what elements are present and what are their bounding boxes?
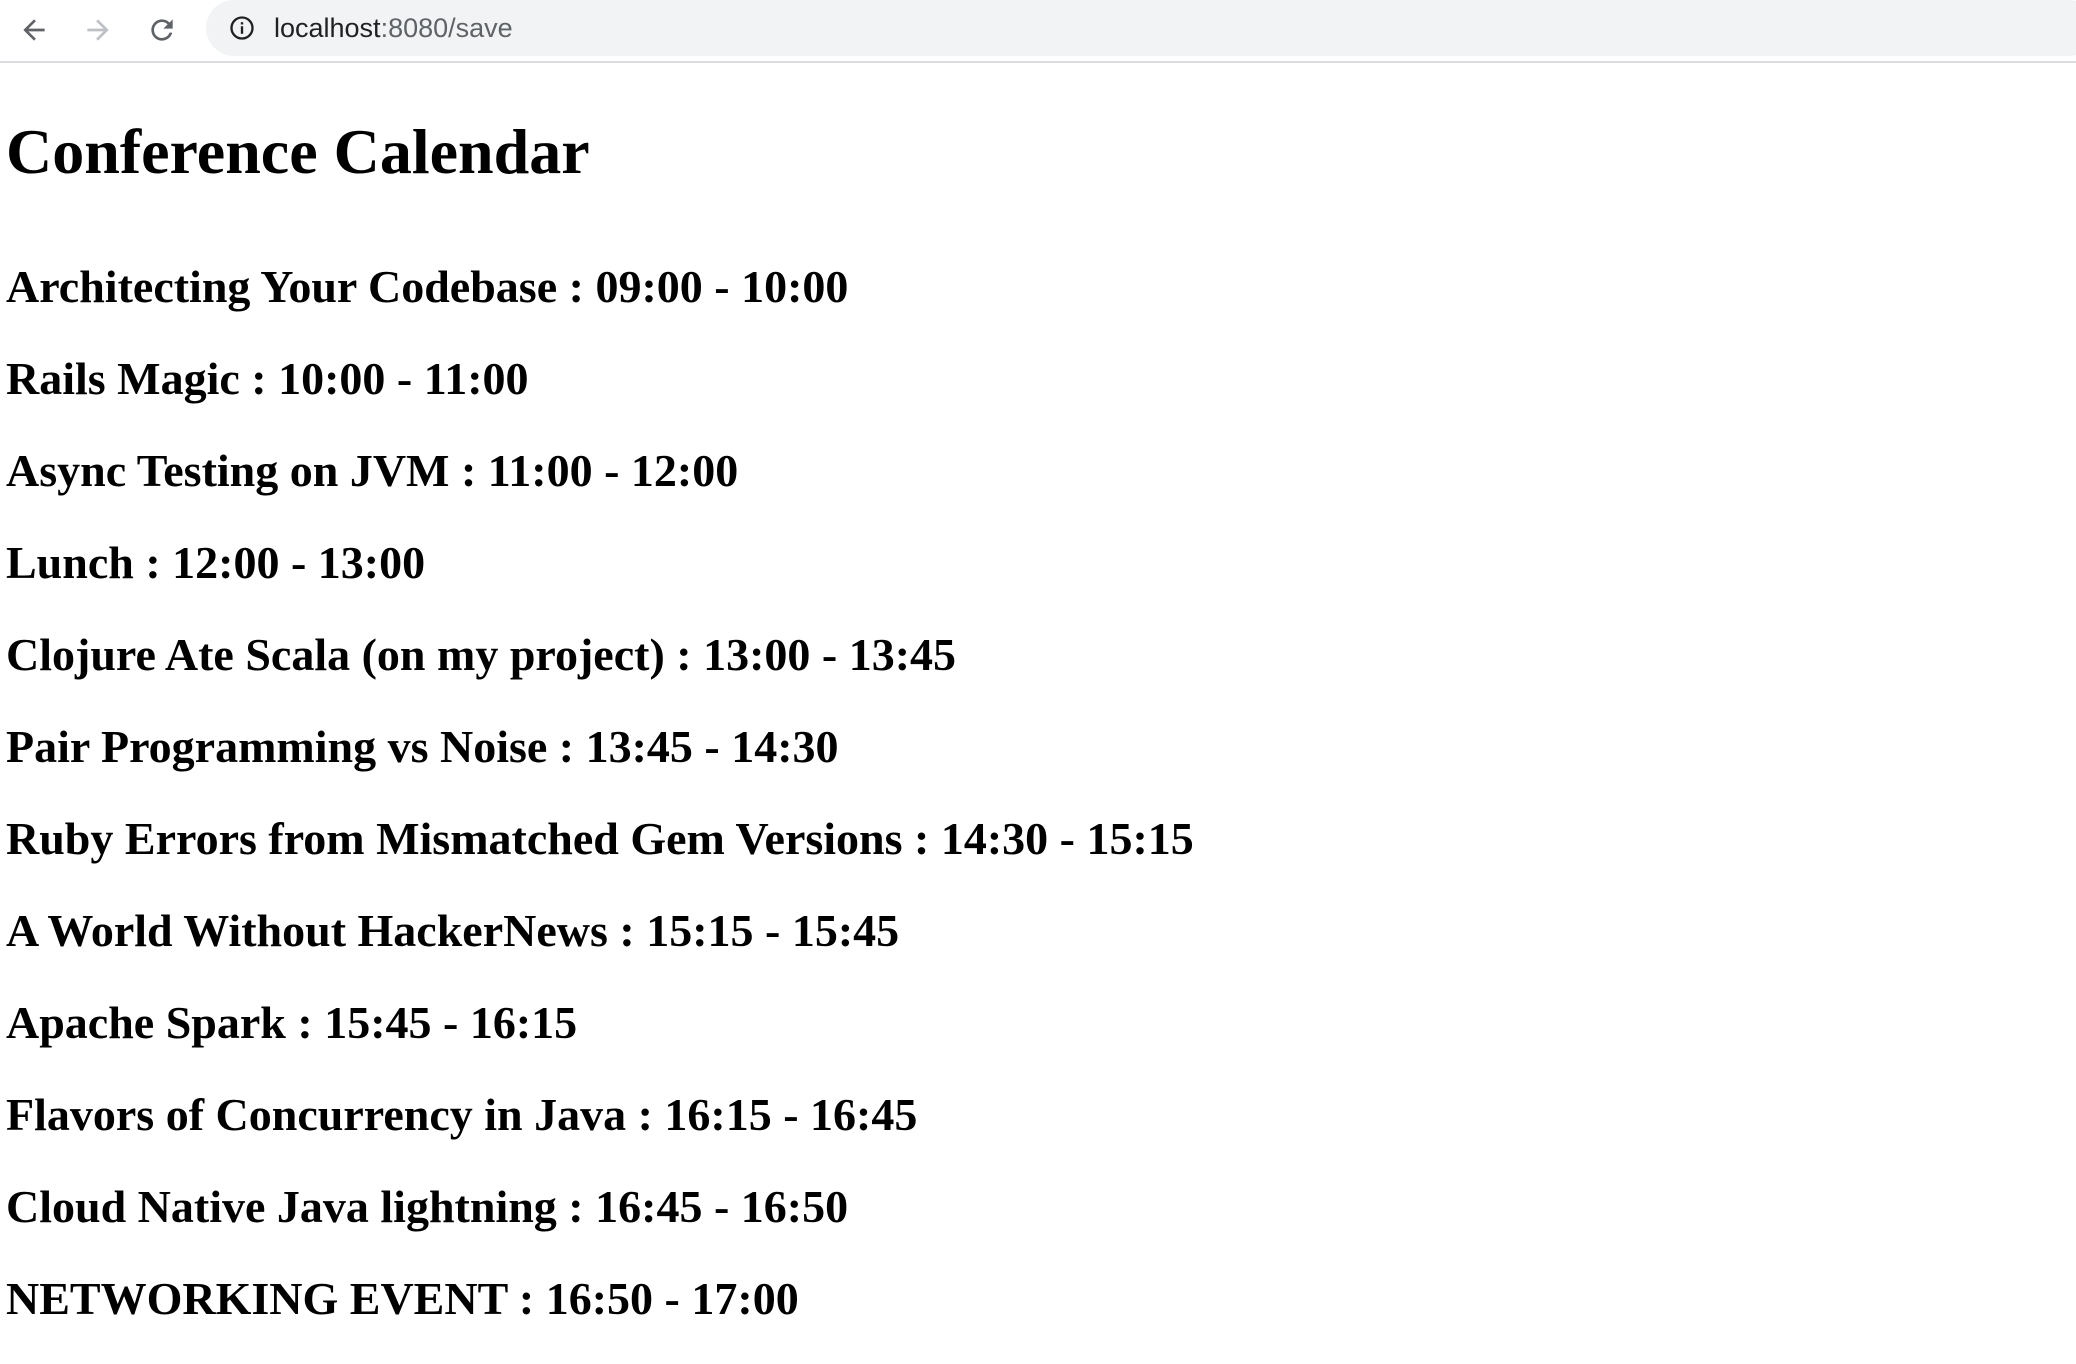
session-item: Rails Magic : 10:00 - 11:00 (6, 353, 529, 404)
session-item: Lunch : 12:00 - 13:00 (6, 537, 426, 588)
session-list: Architecting Your Codebase : 09:00 - 10:… (6, 260, 1194, 1364)
forward-button[interactable] (76, 8, 120, 52)
session-item: Pair Programming vs Noise : 13:45 - 14:3… (6, 721, 839, 772)
session-item: Async Testing on JVM : 11:00 - 12:00 (6, 445, 739, 496)
info-icon[interactable] (228, 14, 256, 42)
arrow-left-icon (23, 19, 45, 41)
url-path: :8080/save (380, 13, 513, 43)
session-item: Clojure Ate Scala (on my project) : 13:0… (6, 629, 957, 680)
reload-button[interactable] (140, 8, 184, 52)
session-item: Architecting Your Codebase : 09:00 - 10:… (6, 261, 849, 312)
address-bar[interactable]: localhost:8080/save (206, 0, 2076, 56)
session-item: Apache Spark : 15:45 - 16:15 (6, 997, 578, 1048)
session-item: Flavors of Concurrency in Java : 16:15 -… (6, 1089, 918, 1140)
session-item: Ruby Errors from Mismatched Gem Versions… (6, 813, 1194, 864)
url-text[interactable]: localhost:8080/save (274, 13, 513, 43)
back-button[interactable] (12, 8, 56, 52)
session-item: Cloud Native Java lightning : 16:45 - 16… (6, 1181, 849, 1232)
browser-toolbar: localhost:8080/save (0, 0, 2076, 63)
reload-icon (151, 19, 173, 41)
arrow-right-icon (87, 19, 109, 41)
url-host: localhost (274, 13, 381, 43)
page-title: Conference Calendar (6, 116, 590, 187)
session-item: A World Without HackerNews : 15:15 - 15:… (6, 905, 900, 956)
session-item: NETWORKING EVENT : 16:50 - 17:00 (6, 1273, 799, 1324)
page-content: Conference Calendar Architecting Your Co… (0, 63, 2076, 1364)
